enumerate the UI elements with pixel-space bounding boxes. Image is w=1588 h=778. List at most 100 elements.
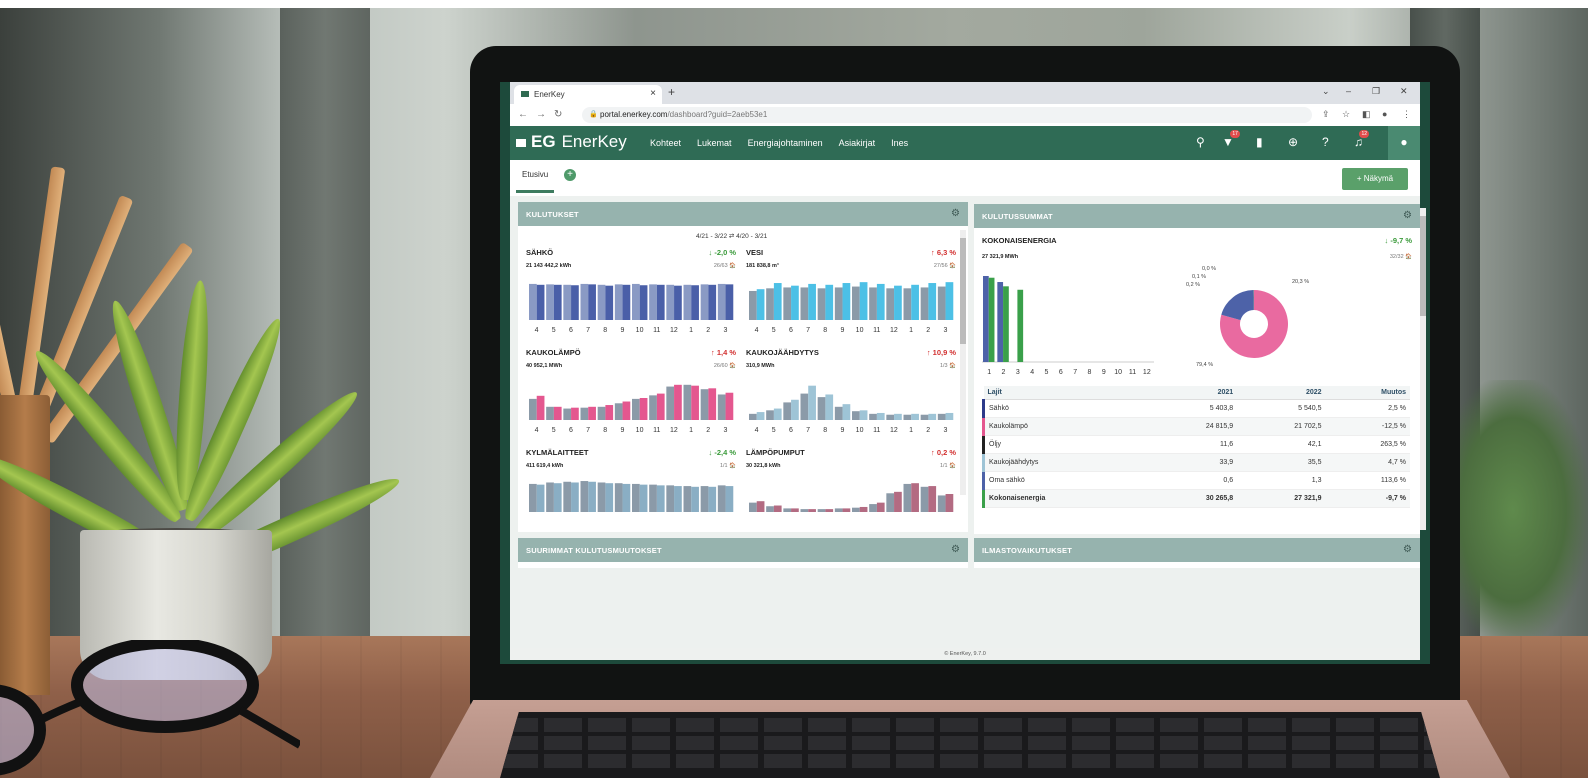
gear-icon[interactable]: ⚙ — [951, 208, 960, 219]
previous-bar[interactable] — [749, 290, 757, 320]
current-bar[interactable] — [894, 491, 902, 512]
current-bar[interactable] — [876, 412, 885, 420]
previous-bar[interactable] — [717, 485, 726, 512]
current-bar[interactable] — [808, 283, 816, 320]
previous-bar[interactable] — [817, 288, 826, 320]
current-bar[interactable] — [588, 481, 596, 512]
previous-bar[interactable] — [666, 485, 675, 512]
current-bar[interactable] — [622, 401, 631, 420]
current-bar[interactable] — [825, 284, 834, 320]
previous-bar[interactable] — [563, 408, 572, 420]
current-bar[interactable] — [911, 413, 919, 420]
current-bar[interactable] — [945, 282, 954, 320]
scrollbar-thumb[interactable] — [960, 238, 966, 344]
current-bar[interactable] — [571, 482, 579, 512]
current-bar[interactable] — [536, 284, 545, 320]
address-bar[interactable]: 🔒 portal.enerkey.com/dashboard?guid=2aeb… — [582, 107, 1312, 123]
previous-bar[interactable] — [700, 284, 709, 320]
bar-2021[interactable] — [983, 276, 989, 362]
previous-bar[interactable] — [580, 283, 589, 320]
previous-bar[interactable] — [529, 483, 537, 512]
current-bar[interactable] — [553, 284, 562, 320]
enerkey-logo[interactable]: EG EnerKey — [516, 132, 627, 154]
previous-bar[interactable] — [766, 288, 774, 320]
nav-ines[interactable]: Ines — [891, 138, 908, 148]
previous-bar[interactable] — [546, 482, 554, 512]
current-bar[interactable] — [842, 404, 851, 420]
current-bar[interactable] — [536, 395, 545, 420]
browser-menu-icon[interactable]: ⋮ — [1402, 109, 1411, 120]
add-tab-button[interactable]: + — [564, 169, 576, 181]
current-bar[interactable] — [773, 408, 782, 420]
current-bar[interactable] — [842, 283, 851, 320]
previous-bar[interactable] — [614, 483, 623, 512]
page-scrollbar[interactable] — [1420, 208, 1426, 530]
current-bar[interactable] — [605, 285, 614, 320]
nav-kohteet[interactable]: Kohteet — [650, 138, 681, 148]
previous-bar[interactable] — [869, 413, 877, 420]
previous-bar[interactable] — [800, 509, 809, 512]
col-2022[interactable]: 2022 — [1237, 386, 1326, 400]
current-bar[interactable] — [605, 483, 614, 512]
table-row[interactable]: Kaukolämpö 24 815,9 21 702,5 -12,5 % — [981, 417, 1410, 436]
bar-2021[interactable] — [997, 282, 1004, 362]
current-bar[interactable] — [808, 385, 816, 420]
previous-bar[interactable] — [580, 407, 589, 420]
previous-bar[interactable] — [937, 286, 946, 320]
previous-bar[interactable] — [749, 502, 757, 512]
previous-bar[interactable] — [632, 398, 640, 420]
previous-bar[interactable] — [717, 394, 726, 420]
back-icon[interactable]: ← — [518, 109, 528, 120]
current-bar[interactable] — [536, 484, 545, 512]
col-2021[interactable]: 2021 — [1148, 386, 1238, 400]
current-bar[interactable] — [553, 483, 562, 512]
tab-etusivu[interactable]: Etusivu — [522, 170, 548, 179]
current-bar[interactable] — [691, 486, 699, 512]
current-bar[interactable] — [708, 388, 717, 420]
profile-icon[interactable]: ● — [1382, 109, 1387, 119]
previous-bar[interactable] — [886, 493, 895, 512]
table-row[interactable]: Kokonaisenergia 30 265,8 27 321,9 -9,7 % — [981, 489, 1410, 508]
current-bar[interactable] — [876, 283, 885, 320]
download-icon[interactable]: ⊕ — [1288, 135, 1298, 149]
current-bar[interactable] — [756, 501, 765, 512]
current-bar[interactable] — [876, 502, 885, 512]
nav-lukemat[interactable]: Lukemat — [697, 138, 732, 148]
table-row[interactable]: Oma sähkö 0,6 1,3 113,6 % — [981, 471, 1410, 490]
current-bar[interactable] — [605, 405, 614, 420]
current-bar[interactable] — [859, 282, 868, 320]
consumption-card[interactable]: VESI 181 838,8 m³ ↑ 6,3 % 27/56 🏠 4 5 6 7 8 9 10 11… — [746, 248, 956, 358]
col-lajit[interactable]: Lajit — [983, 386, 1149, 400]
side-panel-icon[interactable]: ◧ — [1362, 109, 1371, 120]
previous-bar[interactable] — [920, 486, 929, 512]
browser-tab[interactable]: EnerKey × — [514, 85, 662, 104]
previous-bar[interactable] — [766, 506, 774, 512]
current-bar[interactable] — [894, 285, 902, 320]
current-bar[interactable] — [791, 508, 799, 512]
previous-bar[interactable] — [869, 504, 877, 512]
current-bar[interactable] — [622, 483, 631, 512]
current-bar[interactable] — [842, 508, 851, 512]
previous-bar[interactable] — [632, 483, 640, 512]
close-window-icon[interactable]: ✕ — [1400, 86, 1408, 97]
previous-bar[interactable] — [886, 414, 895, 420]
scrollbar-thumb[interactable] — [1420, 216, 1426, 316]
filter-icon[interactable]: ▼ 17 — [1222, 130, 1240, 149]
previous-bar[interactable] — [783, 402, 792, 420]
current-bar[interactable] — [808, 509, 816, 512]
current-bar[interactable] — [639, 285, 648, 320]
previous-bar[interactable] — [852, 411, 860, 420]
current-bar[interactable] — [622, 284, 631, 320]
previous-bar[interactable] — [666, 386, 675, 420]
current-bar[interactable] — [894, 413, 902, 420]
current-bar[interactable] — [553, 406, 562, 420]
previous-bar[interactable] — [937, 413, 946, 420]
previous-bar[interactable] — [666, 284, 675, 320]
previous-bar[interactable] — [580, 481, 589, 512]
share-icon[interactable]: ⇪ — [1322, 109, 1330, 120]
previous-bar[interactable] — [834, 287, 843, 320]
previous-bar[interactable] — [800, 287, 809, 320]
current-bar[interactable] — [791, 285, 799, 320]
search-icon[interactable]: ⚲ — [1196, 135, 1205, 149]
nav-energiajohtaminen[interactable]: Energiajohtaminen — [748, 138, 823, 148]
